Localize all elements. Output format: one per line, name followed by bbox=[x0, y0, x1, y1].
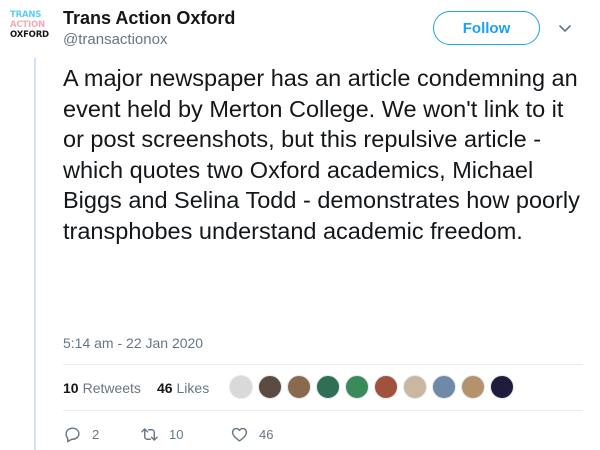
reply-count: 2 bbox=[92, 427, 100, 442]
retweets-count: 10 bbox=[63, 380, 79, 396]
reply-button[interactable]: 2 bbox=[63, 425, 140, 444]
likes-stat[interactable]: 46 Likes bbox=[157, 380, 209, 396]
liker-avatar[interactable] bbox=[403, 375, 427, 399]
tweet-timestamp[interactable]: 5:14 am - 22 Jan 2020 bbox=[63, 335, 203, 351]
divider bbox=[63, 364, 583, 365]
follow-button[interactable]: Follow bbox=[433, 11, 540, 45]
account-handle[interactable]: @transactionox bbox=[63, 31, 167, 48]
liker-avatar[interactable] bbox=[345, 375, 369, 399]
retweet-icon bbox=[141, 428, 158, 441]
retweet-count: 10 bbox=[169, 427, 184, 442]
liker-avatar[interactable] bbox=[461, 375, 485, 399]
liker-avatar[interactable] bbox=[229, 375, 253, 399]
liker-avatar[interactable] bbox=[374, 375, 398, 399]
likes-label: Likes bbox=[176, 380, 210, 396]
logo-line-action: ACTION bbox=[10, 20, 45, 30]
liker-avatar[interactable] bbox=[490, 375, 514, 399]
heart-icon bbox=[231, 427, 248, 442]
logo-line-oxford: OXFORD bbox=[10, 30, 49, 40]
thread-line bbox=[34, 58, 36, 450]
account-name[interactable]: Trans Action Oxford bbox=[63, 8, 235, 29]
liker-avatars bbox=[229, 375, 514, 399]
account-logo[interactable]: TRANS ACTION OXFORD bbox=[10, 10, 50, 50]
tweet-text: A major newspaper has an article condemn… bbox=[63, 65, 580, 244]
retweets-stat[interactable]: 10 Retweets bbox=[63, 380, 141, 396]
likes-count: 46 bbox=[156, 380, 173, 396]
liker-avatar[interactable] bbox=[287, 375, 311, 399]
like-button[interactable]: 46 bbox=[230, 425, 273, 444]
logo-line-trans: TRANS bbox=[10, 10, 42, 20]
liker-avatar[interactable] bbox=[316, 375, 340, 399]
engagement-stats: 10 Retweets 46 Likes bbox=[63, 380, 209, 396]
liker-avatar[interactable] bbox=[432, 375, 456, 399]
like-count: 46 bbox=[259, 427, 274, 442]
reply-icon bbox=[65, 427, 80, 443]
liker-avatar[interactable] bbox=[258, 375, 282, 399]
retweet-button[interactable]: 10 bbox=[140, 425, 230, 444]
divider bbox=[63, 410, 583, 411]
tweet-actions: 2 10 46 bbox=[63, 425, 273, 444]
retweets-label: Retweets bbox=[82, 380, 141, 396]
chevron-down-icon[interactable] bbox=[557, 20, 573, 36]
